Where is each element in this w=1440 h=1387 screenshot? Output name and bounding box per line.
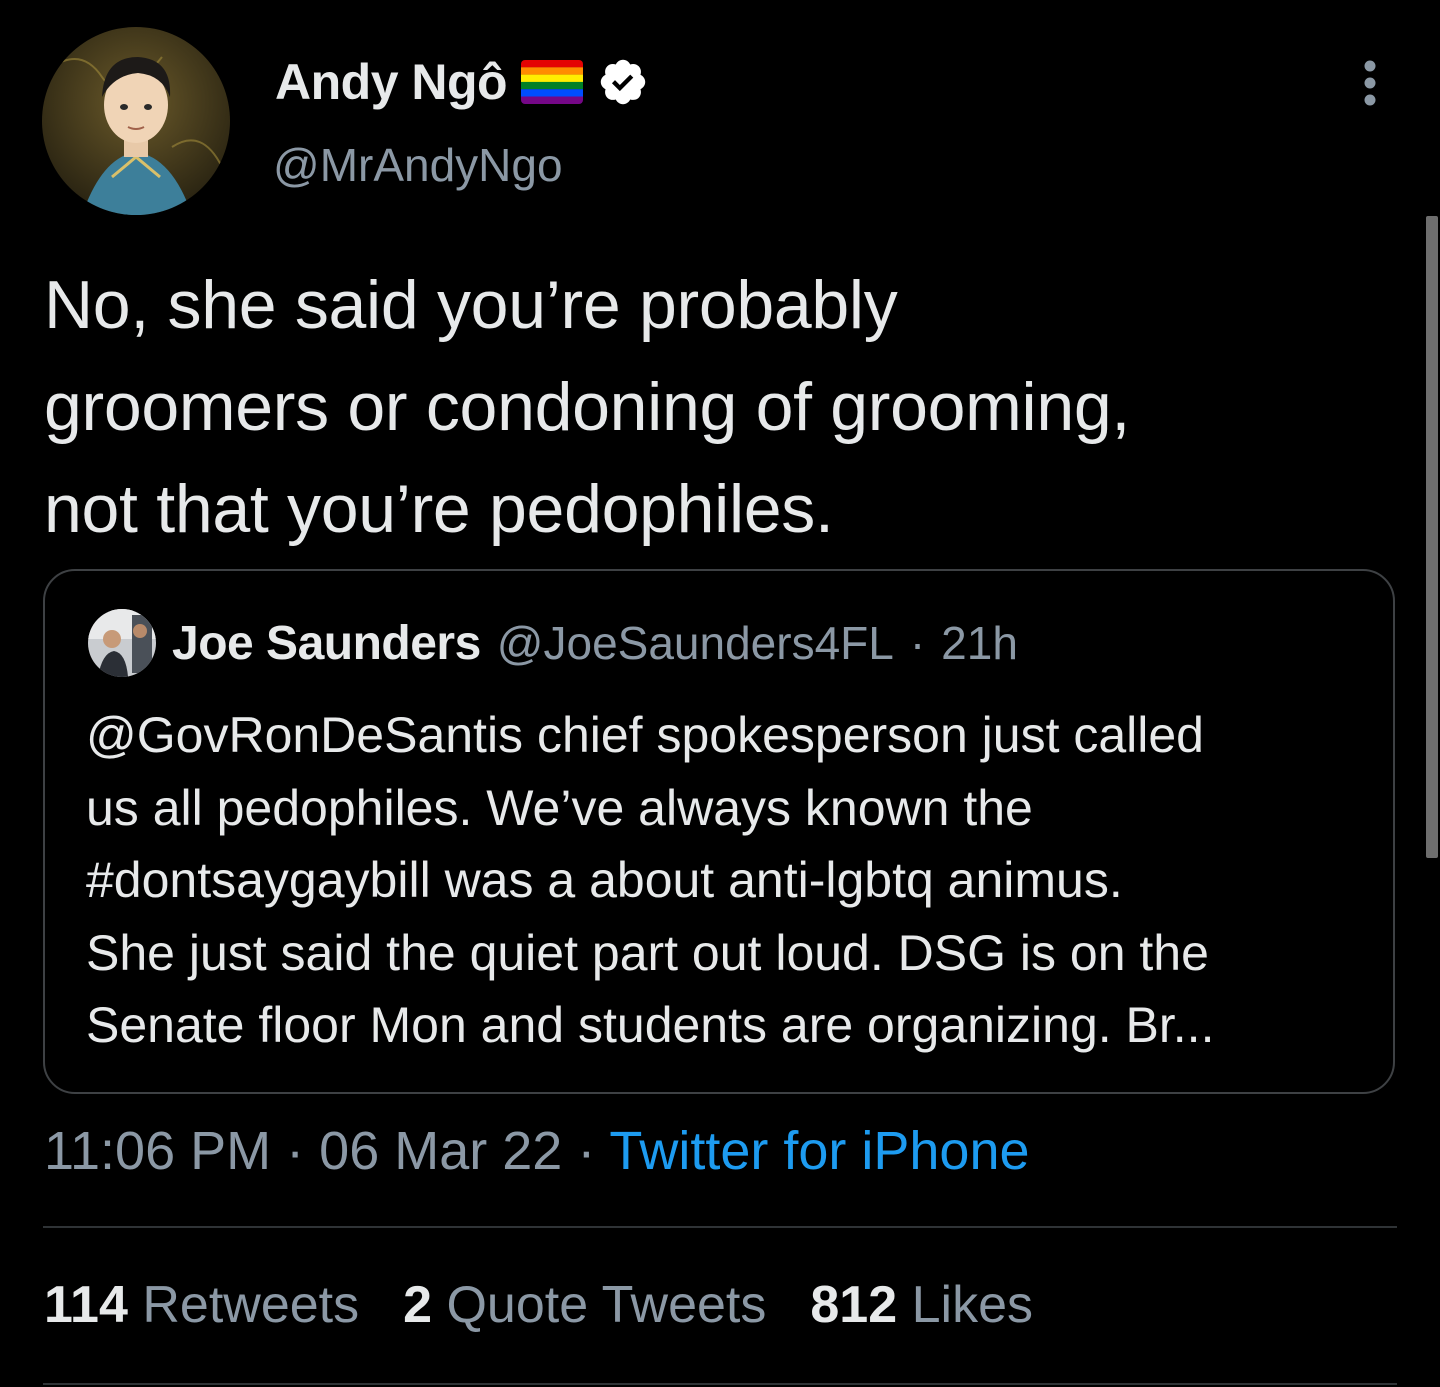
quoted-tweet-time: 21h bbox=[941, 617, 1018, 669]
tweet-date[interactable]: 06 Mar 22 bbox=[319, 1121, 562, 1181]
likes-label: Likes bbox=[911, 1276, 1034, 1334]
author-name-row: Andy Ngô bbox=[275, 52, 649, 112]
retweets-count: 114 bbox=[44, 1276, 128, 1334]
retweets-label: Retweets bbox=[142, 1276, 360, 1334]
tweet-meta: 11:06 PM · 06 Mar 22 · Twitter for iPhon… bbox=[44, 1118, 1030, 1184]
tweet-text: No, she said you’re probably groomers or… bbox=[44, 267, 1130, 547]
retweets-stat[interactable]: 114 Retweets bbox=[44, 1272, 359, 1338]
tweet-time[interactable]: 11:06 PM bbox=[44, 1121, 271, 1181]
vertical-ellipsis-icon bbox=[1364, 60, 1376, 106]
quoted-tweet-header: Joe Saunders @JoeSaunders4FL · 21h bbox=[88, 607, 1018, 679]
quoted-tweet-card[interactable]: Joe Saunders @JoeSaunders4FL · 21h @GovR… bbox=[43, 569, 1395, 1094]
tweet-source-link[interactable]: Twitter for iPhone bbox=[609, 1121, 1029, 1181]
author-name[interactable]: Andy Ngô bbox=[275, 52, 508, 112]
author-handle[interactable]: @MrAndyNgo bbox=[273, 137, 563, 193]
quoted-tweet-text: @GovRonDeSantis chief spokesperson just … bbox=[86, 707, 1215, 1053]
more-options-button[interactable] bbox=[1350, 56, 1390, 112]
quoted-author-avatar[interactable] bbox=[88, 609, 156, 677]
quote-tweets-stat[interactable]: 2 Quote Tweets bbox=[403, 1272, 766, 1338]
meta-separator: · bbox=[286, 1121, 305, 1181]
quote-tweets-label: Quote Tweets bbox=[446, 1276, 767, 1334]
likes-count: 812 bbox=[810, 1276, 898, 1334]
tweet-detail: Andy Ngô @MrAndyNgo No, she said you’re … bbox=[0, 0, 1440, 1387]
verified-badge-icon bbox=[597, 56, 649, 108]
quote-tweets-count: 2 bbox=[403, 1276, 433, 1334]
divider bbox=[43, 1226, 1397, 1228]
quoted-author-name: Joe Saunders bbox=[172, 616, 481, 670]
quoted-separator: · bbox=[909, 617, 926, 669]
scrollbar-thumb[interactable] bbox=[1426, 216, 1438, 858]
author-avatar[interactable] bbox=[42, 27, 230, 215]
meta-separator: · bbox=[577, 1121, 596, 1181]
avatar-illustration bbox=[42, 27, 230, 215]
likes-stat[interactable]: 812 Likes bbox=[810, 1272, 1033, 1338]
quoted-author-handle: @JoeSaunders4FL bbox=[496, 617, 894, 669]
rainbow-flag-icon bbox=[521, 60, 584, 104]
divider bbox=[43, 1383, 1397, 1385]
engagement-stats: 114 Retweets 2 Quote Tweets 812 Likes bbox=[44, 1272, 1033, 1338]
